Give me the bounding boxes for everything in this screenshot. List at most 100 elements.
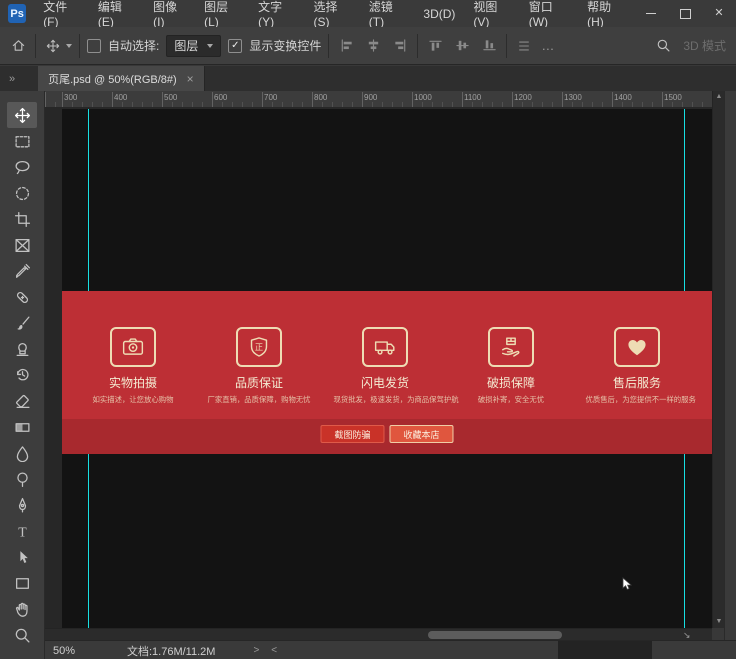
menu-item-7[interactable]: 3D(D) xyxy=(414,0,464,27)
menu-item-10[interactable]: 帮助(H) xyxy=(578,0,634,27)
object-selection-tool-icon xyxy=(14,185,31,202)
menu-item-9[interactable]: 窗口(W) xyxy=(520,0,578,27)
maximize-button[interactable] xyxy=(668,0,702,27)
clone-stamp-tool[interactable] xyxy=(7,336,37,362)
current-tool-dropdown[interactable] xyxy=(43,35,72,57)
menu-item-1[interactable]: 编辑(E) xyxy=(89,0,144,27)
auto-select-label: 自动选择: xyxy=(108,37,159,54)
feature-item: 售后服务优质售后，为您提供不一样的服务 xyxy=(581,327,693,405)
show-transform-label: 显示变换控件 xyxy=(249,37,321,54)
align-middle-icon[interactable] xyxy=(452,35,472,57)
brush-tool-icon xyxy=(14,315,31,332)
feature-desc: 厂家直销，品质保障，购物无忧 xyxy=(207,394,310,404)
close-button[interactable]: ✕ xyxy=(702,0,736,27)
document-tab[interactable]: 页尾.psd @ 50%(RGB/8#) × xyxy=(38,66,205,91)
ruler-number: 500 xyxy=(164,93,177,102)
document-canvas[interactable]: 实物拍摄如实描述，让您放心购物正品质保证厂家直销，品质保障，购物无忧闪电发货现货… xyxy=(62,109,712,628)
align-top-icon[interactable] xyxy=(425,35,445,57)
feature-item: 闪电发货现货批发，极速发货，为商品保驾护航 xyxy=(329,327,441,405)
mouse-cursor-icon xyxy=(622,577,635,591)
mode-3d-label: 3D 模式 xyxy=(683,37,726,54)
move-tool[interactable] xyxy=(7,102,37,128)
ruler-number: 900 xyxy=(364,93,377,102)
gradient-tool[interactable] xyxy=(7,414,37,440)
horizontal-scrollbar-thumb[interactable] xyxy=(428,631,562,639)
blur-tool[interactable] xyxy=(7,440,37,466)
frame-tool-icon xyxy=(14,237,31,254)
photoshop-window: Ps 文件(F)编辑(E)图像(I)图层(L)文字(Y)选择(S)滤镜(T)3D… xyxy=(0,0,736,659)
move-tool-icon xyxy=(14,107,31,124)
align-options-button[interactable]: … xyxy=(541,43,555,48)
type-tool[interactable]: T xyxy=(7,518,37,544)
menu-item-6[interactable]: 滤镜(T) xyxy=(360,0,415,27)
object-selection-tool[interactable] xyxy=(7,180,37,206)
feature-icon-box: 正 xyxy=(236,327,282,367)
healing-brush-tool[interactable] xyxy=(7,284,37,310)
pen-tool[interactable] xyxy=(7,492,37,518)
status-bar: 50% 文档:1.76M/11.2M > < xyxy=(45,640,736,659)
frame-tool[interactable] xyxy=(7,232,37,258)
tools-panel: T xyxy=(0,91,45,659)
ruler-number: 800 xyxy=(314,93,327,102)
menu-item-2[interactable]: 图像(I) xyxy=(144,0,195,27)
auto-select-target-dropdown[interactable]: 图层 xyxy=(166,35,221,57)
auto-select-checkbox[interactable] xyxy=(87,39,101,53)
crop-tool[interactable] xyxy=(7,206,37,232)
menu-item-0[interactable]: 文件(F) xyxy=(34,0,89,27)
lasso-tool[interactable] xyxy=(7,154,37,180)
status-popup-chevron[interactable]: > xyxy=(253,645,259,656)
menu-item-5[interactable]: 选择(S) xyxy=(304,0,359,27)
zoom-level-field[interactable]: 50% xyxy=(53,645,87,657)
truck-icon xyxy=(374,336,396,358)
hand-tool[interactable] xyxy=(7,596,37,622)
align-bottom-icon[interactable] xyxy=(479,35,499,57)
pen-tool-icon xyxy=(14,497,31,514)
hand-tool-icon xyxy=(14,601,31,618)
app-logo: Ps xyxy=(8,4,26,23)
canvas-area[interactable]: 实物拍摄如实描述，让您放心购物正品质保证厂家直销，品质保障，购物无忧闪电发货现货… xyxy=(45,107,712,628)
history-brush-tool-icon xyxy=(14,367,31,384)
healing-brush-tool-icon xyxy=(14,289,31,306)
feature-item: 正品质保证厂家直销，品质保障，购物无忧 xyxy=(203,327,315,405)
path-selection-tool[interactable] xyxy=(7,544,37,570)
lasso-tool-icon xyxy=(14,159,31,176)
crop-tool-icon xyxy=(14,211,31,228)
align-center-icon[interactable] xyxy=(363,35,383,57)
svg-text:正: 正 xyxy=(255,343,263,352)
heart-icon xyxy=(626,336,648,358)
auto-select-target-value: 图层 xyxy=(174,37,198,54)
status-back-chevron[interactable]: < xyxy=(271,645,277,656)
menu-item-4[interactable]: 文字(Y) xyxy=(249,0,304,27)
panel-collapse-icon[interactable]: » xyxy=(0,66,21,91)
align-left-icon[interactable] xyxy=(336,35,356,57)
align-right-icon[interactable] xyxy=(390,35,410,57)
show-transform-checkbox[interactable]: ✓ xyxy=(228,39,242,53)
dodge-tool[interactable] xyxy=(7,466,37,492)
menu-item-8[interactable]: 视图(V) xyxy=(464,0,519,27)
eyedropper-tool[interactable] xyxy=(7,258,37,284)
brush-tool[interactable] xyxy=(7,310,37,336)
banner-button-1: 收藏本店 xyxy=(390,425,454,443)
minimize-icon xyxy=(646,13,656,14)
zoom-tool[interactable] xyxy=(7,622,37,648)
options-bar: 自动选择: 图层 ✓ 显示变换控件 … 3D 模式 xyxy=(0,27,736,65)
feature-desc: 破损补寄，安全无忧 xyxy=(459,394,562,404)
separator xyxy=(506,34,507,58)
rectangle-tool[interactable] xyxy=(7,570,37,596)
minimize-button[interactable] xyxy=(634,0,668,27)
marquee-tool-icon xyxy=(14,133,31,150)
distribute-icon[interactable] xyxy=(514,35,534,57)
history-brush-tool[interactable] xyxy=(7,362,37,388)
feature-title: 闪电发货 xyxy=(329,374,441,391)
home-icon[interactable] xyxy=(8,35,28,57)
eraser-tool[interactable] xyxy=(7,388,37,414)
tab-close-icon[interactable]: × xyxy=(187,73,194,85)
type-tool-icon: T xyxy=(14,523,31,540)
search-icon[interactable] xyxy=(653,35,673,57)
menubar: 文件(F)编辑(E)图像(I)图层(L)文字(Y)选择(S)滤镜(T)3D(D)… xyxy=(34,0,634,27)
ruler-number: 700 xyxy=(264,93,277,102)
svg-text:T: T xyxy=(18,524,27,539)
ruler-number: 1000 xyxy=(414,93,432,102)
menu-item-3[interactable]: 图层(L) xyxy=(195,0,249,27)
marquee-tool[interactable] xyxy=(7,128,37,154)
